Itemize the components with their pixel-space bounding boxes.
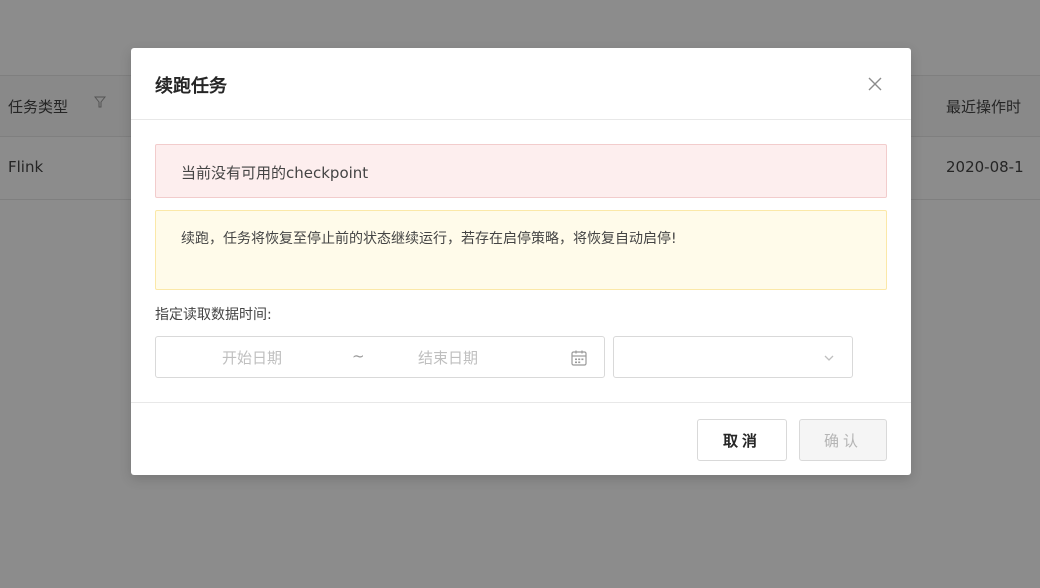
confirm-button[interactable]: 确认 [799,419,887,461]
modal-title: 续跑任务 [155,76,227,97]
end-date-input[interactable]: 结束日期 [418,347,478,368]
error-alert: 当前没有可用的checkpoint [155,144,887,198]
error-alert-text: 当前没有可用的checkpoint [181,164,369,182]
start-date-input[interactable]: 开始日期 [222,347,282,368]
close-icon [868,77,882,91]
resume-task-modal: 续跑任务 当前没有可用的checkpoint 续跑，任务将恢复至停止前的状态继续… [131,48,911,475]
warning-alert-text: 续跑，任务将恢复至停止前的状态继续运行，若存在启停策略，将恢复自动启停! [181,231,677,247]
modal-header: 续跑任务 [131,48,911,120]
cancel-button[interactable]: 取消 [697,419,787,461]
calendar-icon [571,350,587,366]
range-separator: ~ [352,347,365,365]
chevron-down-icon [824,355,834,361]
time-select[interactable] [613,336,853,378]
close-button[interactable] [859,68,891,100]
read-time-label: 指定读取数据时间: [155,307,272,323]
modal-footer: 取消 确认 [131,402,911,475]
warning-alert: 续跑，任务将恢复至停止前的状态继续运行，若存在启停策略，将恢复自动启停! [155,210,887,290]
date-range-picker[interactable]: 开始日期 ~ 结束日期 [155,336,605,378]
